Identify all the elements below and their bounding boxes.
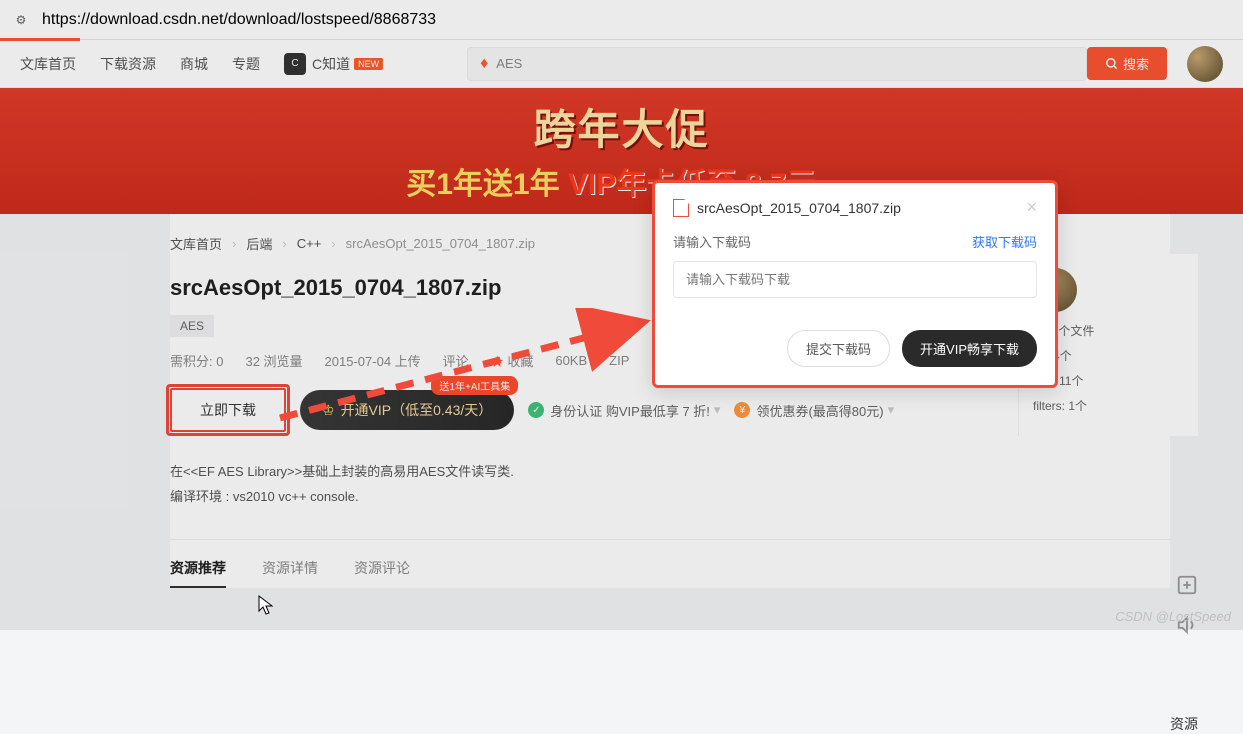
file-icon	[673, 199, 689, 217]
modal-footer: 提交下载码 开通VIP畅享下载	[655, 316, 1055, 385]
get-code-link[interactable]: 获取下载码	[972, 232, 1037, 251]
modal-label: 请输入下载码	[673, 232, 751, 251]
modal-header: srcAesOpt_2015_0704_1807.zip ×	[655, 183, 1055, 232]
download-code-input[interactable]	[673, 261, 1037, 298]
modal-title: srcAesOpt_2015_0704_1807.zip	[697, 200, 901, 216]
submit-code-button[interactable]: 提交下载码	[787, 330, 890, 367]
vip-download-button[interactable]: 开通VIP畅享下载	[902, 330, 1037, 367]
modal-body: 请输入下载码 获取下载码	[655, 232, 1055, 316]
close-icon[interactable]: ×	[1026, 197, 1037, 218]
download-code-modal: srcAesOpt_2015_0704_1807.zip × 请输入下载码 获取…	[652, 180, 1058, 388]
side-right-label: 资源	[1170, 714, 1198, 734]
